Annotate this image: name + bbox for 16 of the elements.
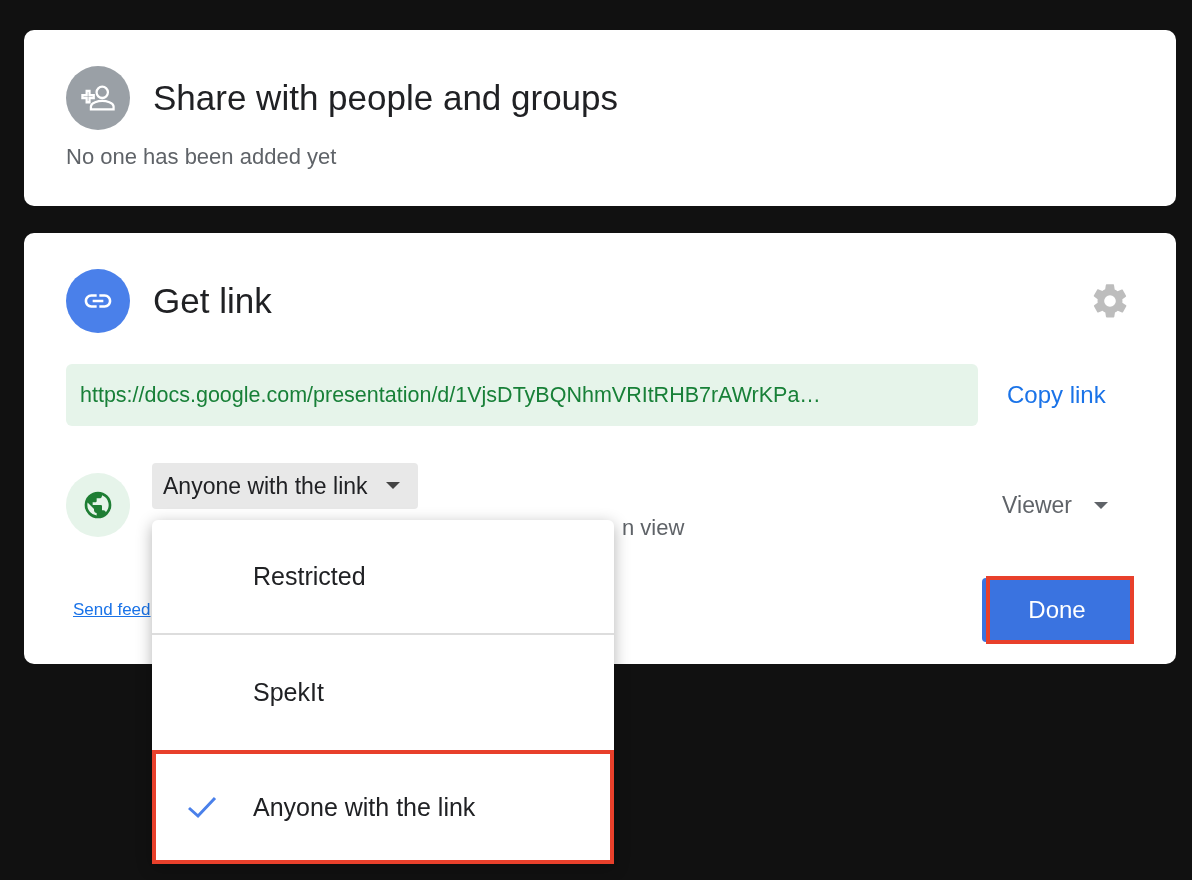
access-description: n view bbox=[622, 515, 685, 541]
role-dropdown[interactable]: Viewer bbox=[996, 491, 1114, 520]
caret-icon bbox=[1094, 501, 1108, 510]
menu-item[interactable]: Restricted bbox=[152, 520, 614, 635]
access-dropdown[interactable]: Anyone with the link bbox=[152, 463, 418, 509]
card-title: Get link bbox=[153, 281, 272, 321]
menu-item[interactable]: SpekIt bbox=[152, 635, 614, 750]
copy-link[interactable]: Copy link bbox=[1007, 381, 1106, 409]
link-field[interactable]: https://docs.google.com/presentation/d/1VjsDTyBQNhmVRItRHB7rAWrKPa… bbox=[66, 364, 978, 426]
card-subtitle: No one has been added yet bbox=[66, 144, 338, 170]
menu-item[interactable]: Anyone with the link bbox=[152, 750, 614, 864]
feedback-link[interactable]: Send feed bbox=[73, 600, 151, 620]
check-icon bbox=[186, 794, 218, 820]
card-title: Share with people and groups bbox=[153, 78, 619, 118]
done-button[interactable]: Done bbox=[982, 578, 1132, 642]
caret-icon bbox=[385, 482, 400, 490]
